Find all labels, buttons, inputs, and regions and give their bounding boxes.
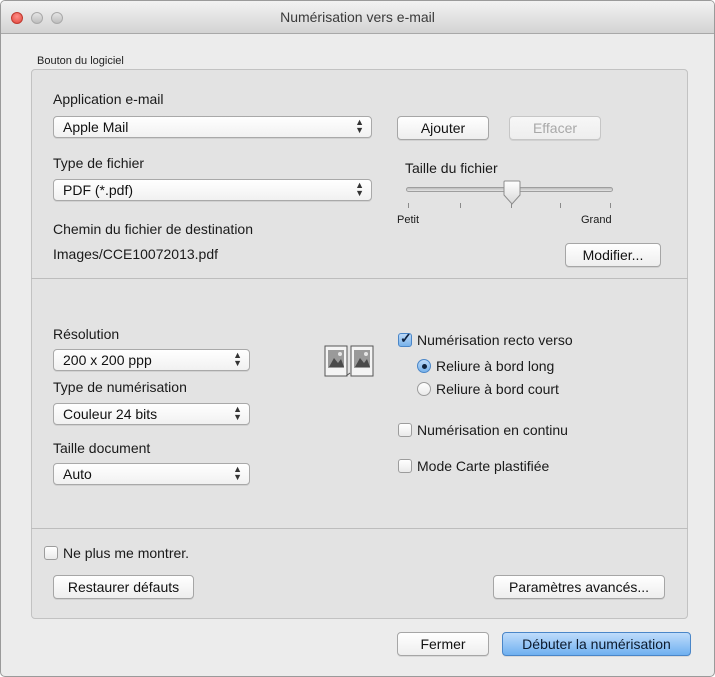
dont-show-checkbox[interactable]	[44, 546, 58, 560]
window-title: Numérisation vers e-mail	[280, 9, 435, 25]
resolution-value: 200 x 200 ppp	[63, 352, 152, 368]
clear-button[interactable]: Effacer	[509, 116, 601, 140]
radio-long-edge[interactable]	[417, 359, 431, 373]
chevron-updown-icon: ▲ ▼	[233, 464, 242, 482]
scan-type-select[interactable]: Couleur 24 bits ▲ ▼	[53, 403, 250, 425]
title-bar[interactable]: Numérisation vers e-mail	[1, 1, 714, 34]
scan-type-label: Type de numérisation	[53, 379, 187, 395]
resolution-label: Résolution	[53, 326, 120, 342]
slider-tick	[408, 203, 409, 208]
file-size-label: Taille du fichier	[405, 160, 498, 176]
radio-short-edge[interactable]	[417, 382, 431, 396]
checkmark-icon: ✓	[400, 330, 412, 346]
file-type-label: Type de fichier	[53, 155, 145, 171]
continuous-scan-checkbox[interactable]	[398, 423, 412, 437]
dont-show-label: Ne plus me montrer.	[63, 545, 190, 561]
doc-size-select[interactable]: Auto ▲ ▼	[53, 463, 250, 485]
settings-panel	[31, 69, 688, 619]
start-scan-button[interactable]: Débuter la numérisation	[502, 632, 691, 656]
chevron-updown-icon: ▲ ▼	[355, 117, 364, 135]
add-button[interactable]: Ajouter	[397, 116, 489, 140]
file-size-slider-knob[interactable]	[501, 180, 523, 211]
destination-path: Images/CCE10072013.pdf	[53, 246, 218, 262]
email-app-value: Apple Mail	[63, 119, 129, 135]
email-app-select[interactable]: Apple Mail ▲ ▼	[53, 116, 372, 138]
slider-tick	[560, 203, 561, 208]
scan-to-email-window: Numérisation vers e-mail Bouton du logic…	[0, 0, 715, 677]
continuous-scan-label: Numérisation en continu	[417, 422, 568, 438]
duplex-checkbox[interactable]: ✓	[398, 330, 412, 347]
divider-top	[31, 278, 688, 279]
divider-bottom	[31, 528, 688, 529]
radio-dot-icon	[422, 364, 427, 369]
email-app-label: Application e-mail	[53, 91, 164, 107]
file-type-select[interactable]: PDF (*.pdf) ▲ ▼	[53, 179, 372, 201]
card-mode-label: Mode Carte plastifiée	[417, 458, 550, 474]
modify-button[interactable]: Modifier...	[565, 243, 661, 267]
long-edge-label: Reliure à bord long	[436, 358, 555, 374]
resolution-select[interactable]: 200 x 200 ppp ▲ ▼	[53, 349, 250, 371]
advanced-settings-button[interactable]: Paramètres avancés...	[493, 575, 665, 599]
slider-tick	[460, 203, 461, 208]
destination-label: Chemin du fichier de destination	[53, 221, 254, 237]
slider-tick	[610, 203, 611, 208]
restore-defaults-button[interactable]: Restaurer défauts	[53, 575, 194, 599]
slider-max-label: Grand	[581, 214, 612, 226]
file-type-value: PDF (*.pdf)	[63, 182, 134, 198]
group-title: Bouton du logiciel	[37, 55, 124, 67]
chevron-updown-icon: ▲ ▼	[233, 404, 242, 422]
scan-type-value: Couleur 24 bits	[63, 406, 158, 422]
duplex-label: Numérisation recto verso	[417, 332, 573, 348]
doc-size-value: Auto	[63, 466, 92, 482]
chevron-updown-icon: ▲ ▼	[355, 180, 364, 198]
close-button[interactable]: Fermer	[397, 632, 489, 656]
doc-size-label: Taille document	[53, 440, 151, 456]
chevron-updown-icon: ▲ ▼	[233, 350, 242, 368]
short-edge-label: Reliure à bord court	[436, 381, 559, 397]
duplex-pages-icon	[324, 345, 376, 384]
slider-min-label: Petit	[397, 214, 420, 226]
card-mode-checkbox[interactable]	[398, 459, 412, 473]
